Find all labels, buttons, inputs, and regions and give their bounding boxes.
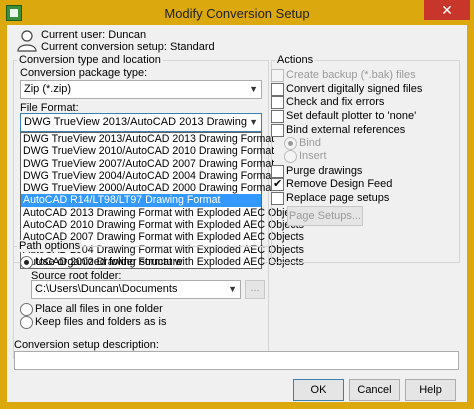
- organized-structure-radio[interactable]: [20, 256, 33, 269]
- insert-radio[interactable]: [284, 150, 297, 163]
- dropdown-option[interactable]: AutoCAD 2013 Drawing Format with Explode…: [21, 207, 304, 219]
- keep-as-is-label: Keep files and folders as is: [35, 316, 167, 328]
- dropdown-option[interactable]: AutoCAD 2010 Drawing Format with Explode…: [21, 219, 304, 231]
- ok-button[interactable]: OK: [293, 379, 344, 401]
- conversion-group-title: Conversion type and location: [17, 54, 163, 66]
- keep-as-is-radio[interactable]: [20, 316, 33, 329]
- description-field[interactable]: [14, 351, 459, 370]
- actions-group-title: Actions: [275, 54, 316, 66]
- cancel-button[interactable]: Cancel: [349, 379, 400, 401]
- check-fix-checkbox[interactable]: [271, 96, 284, 109]
- title-bar[interactable]: Modify Conversion Setup ✕: [0, 0, 474, 25]
- source-root-select[interactable]: C:\Users\Duncan\Documents ▼: [31, 280, 241, 299]
- dialog-window: Modify Conversion Setup ✕ Current user: …: [0, 0, 474, 409]
- page-setups-button[interactable]: Page Setups...: [287, 206, 363, 226]
- set-plotter-checkbox[interactable]: [271, 110, 284, 123]
- bind-xrefs-label: Bind external references: [286, 124, 406, 136]
- source-root-value: C:\Users\Duncan\Documents: [35, 283, 178, 295]
- insert-label: Insert: [299, 150, 327, 162]
- package-type-label: Conversion package type:: [20, 67, 148, 79]
- purge-label: Purge drawings: [286, 165, 363, 177]
- package-type-select[interactable]: Zip (*.zip) ▼: [20, 80, 262, 99]
- bind-label: Bind: [299, 137, 322, 149]
- close-button[interactable]: ✕: [424, 0, 470, 20]
- dropdown-option[interactable]: DWG TrueView 2013/AutoCAD 2013 Drawing F…: [21, 133, 274, 145]
- chevron-down-icon: ▼: [228, 284, 237, 294]
- dropdown-option[interactable]: DWG TrueView 2007/AutoCAD 2007 Drawing F…: [21, 158, 274, 170]
- replace-page-checkbox[interactable]: [271, 192, 284, 205]
- place-all-radio[interactable]: [20, 303, 33, 316]
- description-label: Conversion setup description:: [14, 339, 159, 351]
- chevron-down-icon: ▼: [249, 117, 258, 127]
- current-setup-label: Current conversion setup: Standard: [41, 41, 215, 53]
- check-fix-label: Check and fix errors: [286, 96, 385, 108]
- remove-feed-checkbox[interactable]: [271, 177, 284, 191]
- dropdown-option[interactable]: DWG TrueView 2004/AutoCAD 2004 Drawing F…: [21, 170, 274, 182]
- convert-signed-label: Convert digitally signed files: [286, 83, 423, 95]
- help-button[interactable]: Help: [405, 379, 456, 401]
- dropdown-option-selected[interactable]: AutoCAD R14/LT98/LT97 Drawing Format: [21, 194, 261, 207]
- chevron-down-icon: ▼: [249, 84, 258, 94]
- path-options-title: Path options: [17, 240, 83, 252]
- place-all-label: Place all files in one folder: [35, 303, 163, 315]
- dropdown-option[interactable]: DWG TrueView 2010/AutoCAD 2010 Drawing F…: [21, 145, 274, 157]
- create-backup-label: Create backup (*.bak) files: [286, 69, 416, 81]
- window-title: Modify Conversion Setup: [164, 6, 310, 21]
- package-type-value: Zip (*.zip): [24, 83, 72, 95]
- remove-feed-label: Remove Design Feed: [286, 178, 393, 190]
- convert-signed-checkbox[interactable]: [271, 83, 284, 96]
- replace-page-label: Replace page setups: [286, 192, 390, 204]
- set-plotter-label: Set default plotter to 'none': [286, 110, 417, 122]
- bind-xrefs-checkbox[interactable]: [271, 124, 284, 137]
- current-user-label: Current user: Duncan: [41, 29, 147, 41]
- user-icon: [17, 30, 37, 52]
- dropdown-option[interactable]: DWG TrueView 2000/AutoCAD 2000 Drawing F…: [21, 182, 274, 194]
- browse-button[interactable]: ...: [245, 280, 265, 299]
- organized-structure-label: Use organized folder structure: [35, 256, 183, 268]
- create-backup-checkbox[interactable]: [271, 69, 284, 82]
- dialog-body: Current user: Duncan Current conversion …: [7, 25, 467, 402]
- file-format-select[interactable]: DWG TrueView 2013/AutoCAD 2013 Drawing F…: [20, 113, 262, 145]
- bind-radio[interactable]: [284, 137, 297, 150]
